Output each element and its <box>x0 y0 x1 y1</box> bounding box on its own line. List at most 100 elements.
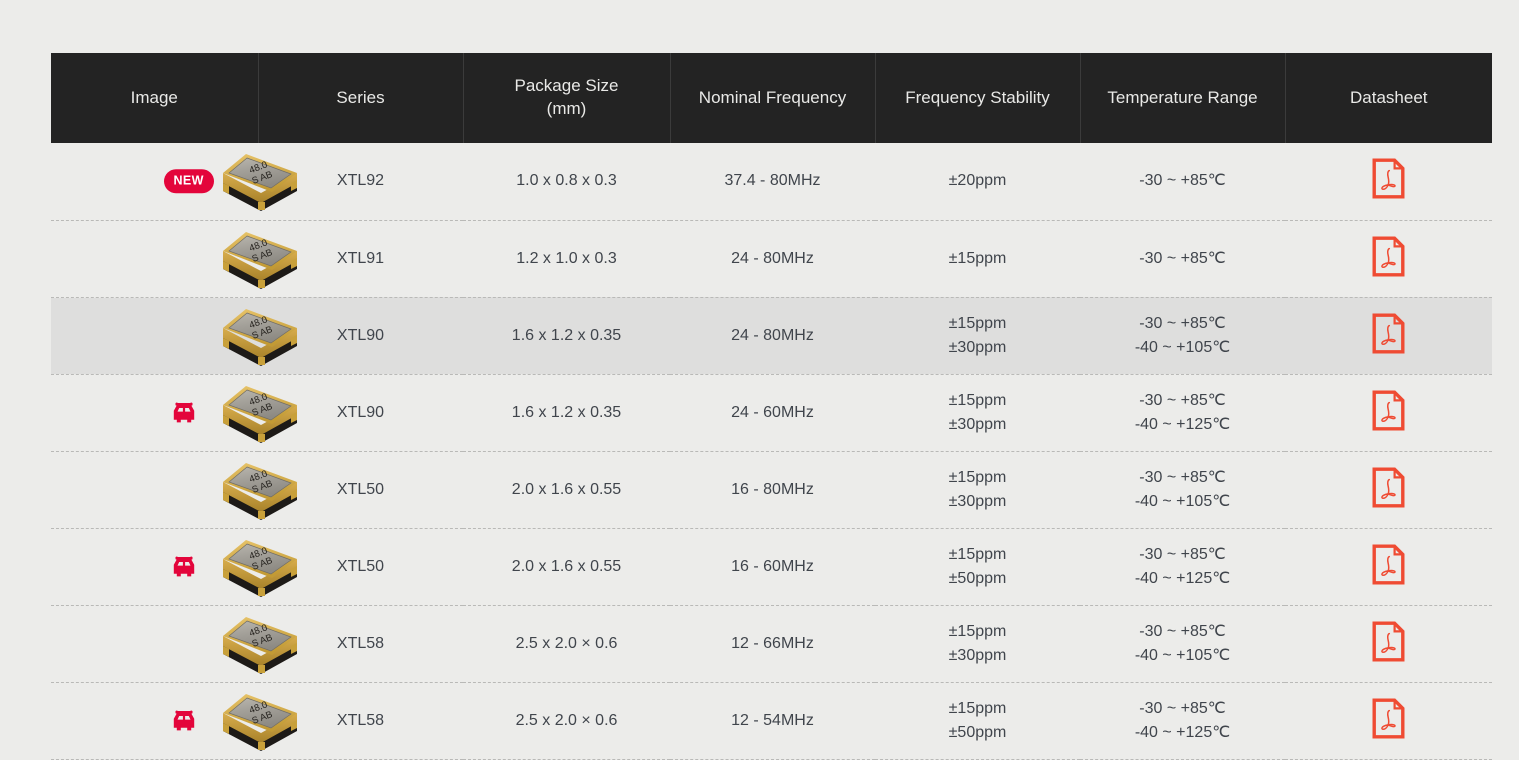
datasheet-pdf-link[interactable] <box>1372 698 1405 739</box>
datasheet-pdf-link[interactable] <box>1372 467 1405 508</box>
automotive-car-icon <box>173 402 194 422</box>
cell-datasheet <box>1285 682 1492 759</box>
new-badge: NEW <box>163 169 214 193</box>
crystal-package-image[interactable]: 48.0 S AB <box>217 305 302 367</box>
datasheet-pdf-link[interactable] <box>1372 313 1405 354</box>
crystal-package-icon: 48.0 S AB <box>222 154 297 212</box>
column-header-package-size: Package Size (mm) <box>462 53 670 143</box>
cell-package-size: 1.6 x 1.2 x 0.35 <box>463 297 670 374</box>
table-row: 48.0 S AB XTL90 1.6 x 1.2 x 0.35 24 - 80MH… <box>51 297 1492 374</box>
cell-temperature-range-value: -30 ~ +85℃ <box>1139 249 1226 267</box>
cell-package-size: 1.2 x 1.0 x 0.3 <box>463 220 670 297</box>
cell-package-size: 2.5 x 2.0 × 0.6 <box>463 605 670 682</box>
cell-nominal-frequency-value: 12 - 66MHz <box>731 634 814 652</box>
crystal-package-image[interactable]: 48.0 S AB <box>217 536 302 598</box>
cell-temperature-range-value: -30 ~ +85℃ <box>1139 391 1226 409</box>
column-header-label: Series <box>336 87 385 107</box>
cell-nominal-frequency: 24 - 60MHz <box>670 374 875 451</box>
cell-package-size-value: 2.0 x 1.6 x 0.55 <box>511 480 622 498</box>
crystal-package-image[interactable]: 48.0 S AB <box>217 690 302 752</box>
cell-image: 48.0 S AB <box>51 220 297 297</box>
cell-datasheet <box>1285 220 1492 297</box>
pdf-file-icon <box>1372 544 1405 584</box>
table-row: 48.0 S AB XTL91 1.2 x 1.0 x 0.3 24 - 80MHz… <box>51 220 1492 297</box>
cell-nominal-frequency: 16 - 60MHz <box>670 528 875 605</box>
datasheet-pdf-link[interactable] <box>1372 390 1405 431</box>
cell-package-size-value: 1.0 x 0.8 x 0.3 <box>516 172 617 190</box>
table-row: 48.0 S AB XTL50 2.0 x 1.6 x 0.55 16 - 60MH… <box>51 528 1492 605</box>
cell-image: 48.0 S AB <box>51 528 297 605</box>
cell-package-size-value: 1.6 x 1.2 x 0.35 <box>511 326 622 344</box>
cell-datasheet <box>1285 528 1492 605</box>
crystal-package-image[interactable]: 48.0 S AB <box>217 613 302 675</box>
cell-package-size-value: 1.2 x 1.0 x 0.3 <box>516 249 617 267</box>
cell-image: 48.0 S AB <box>51 682 297 759</box>
crystal-package-image[interactable]: 48.0 S AB <box>217 150 302 212</box>
datasheet-pdf-link[interactable] <box>1372 544 1405 585</box>
cell-temperature-range: -30 ~ +85℃ -40 ~ +105℃ <box>1080 605 1285 682</box>
crystal-package-image[interactable]: 48.0 S AB <box>217 382 302 444</box>
cell-frequency-stability: ±15ppm ±30ppm <box>875 374 1080 451</box>
datasheet-pdf-link[interactable] <box>1372 236 1405 277</box>
pdf-file-icon <box>1372 621 1405 661</box>
cell-nominal-frequency: 24 - 80MHz <box>670 220 875 297</box>
cell-package-size: 2.5 x 2.0 × 0.6 <box>463 682 670 759</box>
cell-package-size: 2.0 x 1.6 x 0.55 <box>463 451 670 528</box>
pdf-file-icon <box>1372 390 1405 430</box>
cell-temperature-range: -30 ~ +85℃ -40 ~ +105℃ <box>1080 297 1285 374</box>
column-header-nominal-frequency: Nominal Frequency <box>669 53 875 143</box>
cell-nominal-frequency-value: 16 - 60MHz <box>731 557 814 575</box>
table-row: 48.0 S AB XTL58 2.5 x 2.0 × 0.6 12 - 66MHz… <box>51 605 1492 682</box>
cell-package-size: 1.0 x 0.8 x 0.3 <box>463 143 670 220</box>
cell-package-size-value: 2.5 x 2.0 × 0.6 <box>515 634 618 652</box>
cell-temperature-range-value: -30 ~ +85℃ <box>1139 468 1226 486</box>
column-header-image: Image <box>51 53 258 143</box>
cell-frequency-stability-value: ±15ppm <box>948 622 1007 640</box>
cell-frequency-stability: ±20ppm <box>875 143 1080 220</box>
cell-frequency-stability-value: ±15ppm <box>948 391 1007 409</box>
cell-temperature-range-value: -40 ~ +125℃ <box>1134 415 1231 433</box>
cell-temperature-range: -30 ~ +85℃ -40 ~ +125℃ <box>1080 528 1285 605</box>
cell-temperature-range-value: -30 ~ +85℃ <box>1139 622 1226 640</box>
cell-nominal-frequency-value: 16 - 80MHz <box>731 480 814 498</box>
pdf-file-icon <box>1372 236 1405 276</box>
crystal-package-icon: 48.0 S AB <box>222 616 297 674</box>
pdf-file-icon <box>1372 313 1405 353</box>
pdf-file-icon <box>1372 467 1405 507</box>
cell-temperature-range-value: -40 ~ +125℃ <box>1134 723 1231 741</box>
cell-image: 48.0 S AB <box>51 297 297 374</box>
crystal-package-icon: 48.0 S AB <box>222 231 297 289</box>
crystal-package-image[interactable]: 48.0 S AB <box>217 228 302 290</box>
cell-frequency-stability-value: ±50ppm <box>948 569 1007 587</box>
table-row: 48.0 S AB XTL58 2.5 x 2.0 × 0.6 12 - 54MHz… <box>51 682 1492 759</box>
datasheet-pdf-link[interactable] <box>1372 621 1405 662</box>
crystal-package-icon: 48.0 S AB <box>222 385 297 443</box>
product-comparison-page: Image Series Package Size (mm) Nominal F… <box>0 0 1519 759</box>
column-header-temperature-range: Temperature Range <box>1079 53 1285 143</box>
column-header-label: Frequency Stability <box>905 87 1050 107</box>
automotive-badge <box>168 552 200 582</box>
cell-frequency-stability: ±15ppm ±50ppm <box>875 682 1080 759</box>
cell-nominal-frequency: 24 - 80MHz <box>670 297 875 374</box>
column-header-label: Nominal Frequency <box>698 87 847 107</box>
cell-frequency-stability: ±15ppm <box>875 220 1080 297</box>
cell-frequency-stability-value: ±20ppm <box>948 172 1007 190</box>
automotive-car-icon <box>173 710 194 730</box>
cell-package-size-value: 1.6 x 1.2 x 0.35 <box>511 403 622 421</box>
table-row: 48.0 S AB XTL50 2.0 x 1.6 x 0.55 16 - 80MH… <box>51 451 1492 528</box>
cell-temperature-range: -30 ~ +85℃ -40 ~ +125℃ <box>1080 682 1285 759</box>
cell-temperature-range: -30 ~ +85℃ -40 ~ +105℃ <box>1080 451 1285 528</box>
cell-nominal-frequency: 12 - 54MHz <box>670 682 875 759</box>
table-header-row: Image Series Package Size (mm) Nominal F… <box>51 53 1492 143</box>
table-row: 48.0 S AB XTL90 1.6 x 1.2 x 0.35 24 - 60MH… <box>51 374 1492 451</box>
cell-datasheet <box>1285 297 1492 374</box>
cell-frequency-stability-value: ±15ppm <box>948 249 1007 267</box>
cell-nominal-frequency-value: 24 - 60MHz <box>731 403 814 421</box>
crystal-package-image[interactable]: 48.0 S AB <box>217 459 302 521</box>
cell-nominal-frequency-value: 37.4 - 80MHz <box>724 172 821 190</box>
cell-frequency-stability-value: ±15ppm <box>948 699 1007 717</box>
datasheet-pdf-link[interactable] <box>1372 158 1405 199</box>
automotive-car-icon <box>173 556 194 576</box>
cell-temperature-range-value: -30 ~ +85℃ <box>1139 314 1226 332</box>
cell-datasheet <box>1285 374 1492 451</box>
